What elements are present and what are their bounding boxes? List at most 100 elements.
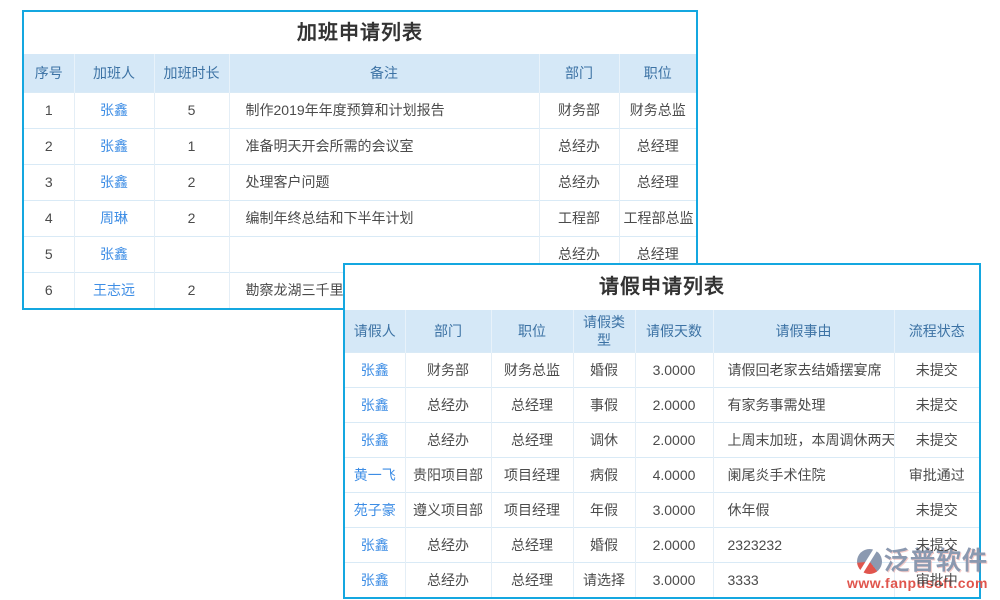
leave-cell-type: 病假 xyxy=(573,457,635,492)
overtime-cell-name-link[interactable]: 周琳 xyxy=(74,200,154,236)
overtime-cell-hours: 1 xyxy=(154,128,229,164)
status-text: 审批中 xyxy=(916,572,958,588)
leave-cell-dept: 总经办 xyxy=(405,422,491,457)
leave-cell-name-link[interactable]: 黄一飞 xyxy=(345,457,405,492)
leave-cell-position: 项目经理 xyxy=(491,457,573,492)
overtime-cell-hours: 2 xyxy=(154,200,229,236)
overtime-column-header: 备注 xyxy=(229,54,539,92)
leave-cell-dept: 总经办 xyxy=(405,387,491,422)
leave-list-title: 请假申请列表 xyxy=(345,265,979,310)
leave-cell-position: 财务总监 xyxy=(491,352,573,387)
leave-cell-type: 事假 xyxy=(573,387,635,422)
leave-column-header: 请假类型 xyxy=(573,310,635,352)
overtime-cell-dept: 财务部 xyxy=(539,92,619,128)
overtime-cell-position: 总经理 xyxy=(619,164,696,200)
overtime-table-row: 4 周琳 2 编制年终总结和下半年计划 工程部 工程部总监 xyxy=(24,200,696,236)
leave-cell-type: 婚假 xyxy=(573,527,635,562)
overtime-cell-dept: 总经办 xyxy=(539,128,619,164)
status-text: 未提交 xyxy=(916,397,958,413)
overtime-cell-name-link[interactable]: 张鑫 xyxy=(74,128,154,164)
leave-cell-reason: 休年假 xyxy=(713,492,894,527)
leave-cell-days: 2.0000 xyxy=(635,387,713,422)
leave-cell-position: 总经理 xyxy=(491,527,573,562)
status-text: 未提交 xyxy=(916,537,958,553)
leave-cell-dept: 总经办 xyxy=(405,562,491,597)
leave-cell-name-link[interactable]: 张鑫 xyxy=(345,422,405,457)
overtime-cell-name-link[interactable]: 张鑫 xyxy=(74,236,154,272)
leave-table-row: 张鑫 总经办 总经理 事假 2.0000 有家务事需处理 未提交 xyxy=(345,387,979,422)
leave-cell-dept: 财务部 xyxy=(405,352,491,387)
leave-cell-reason: 有家务事需处理 xyxy=(713,387,894,422)
leave-cell-status: 未提交 xyxy=(894,387,979,422)
leave-cell-days: 4.0000 xyxy=(635,457,713,492)
overtime-cell-remark: 处理客户问题 xyxy=(229,164,539,200)
overtime-cell-seq: 3 xyxy=(24,164,74,200)
leave-cell-days: 2.0000 xyxy=(635,527,713,562)
leave-column-header: 请假事由 xyxy=(713,310,894,352)
leave-cell-status: 未提交 xyxy=(894,422,979,457)
leave-cell-days: 3.0000 xyxy=(635,492,713,527)
leave-cell-days: 3.0000 xyxy=(635,562,713,597)
overtime-table-row: 2 张鑫 1 准备明天开会所需的会议室 总经办 总经理 xyxy=(24,128,696,164)
leave-cell-days: 2.0000 xyxy=(635,422,713,457)
leave-header-row: 请假人部门职位请假类型请假天数请假事由流程状态 xyxy=(345,310,979,352)
leave-cell-name-link[interactable]: 张鑫 xyxy=(345,527,405,562)
overtime-header-row: 序号加班人加班时长备注部门职位 xyxy=(24,54,696,92)
overtime-cell-remark: 制作2019年年度预算和计划报告 xyxy=(229,92,539,128)
overtime-cell-remark: 准备明天开会所需的会议室 xyxy=(229,128,539,164)
overtime-cell-name-link[interactable]: 张鑫 xyxy=(74,92,154,128)
leave-cell-dept: 遵义项目部 xyxy=(405,492,491,527)
overtime-cell-hours: 2 xyxy=(154,164,229,200)
overtime-cell-hours: 5 xyxy=(154,92,229,128)
overtime-cell-seq: 1 xyxy=(24,92,74,128)
status-text: 未提交 xyxy=(916,502,958,518)
overtime-column-header: 职位 xyxy=(619,54,696,92)
leave-table-row: 张鑫 财务部 财务总监 婚假 3.0000 请假回老家去结婚摆宴席 未提交 xyxy=(345,352,979,387)
leave-column-header: 流程状态 xyxy=(894,310,979,352)
overtime-cell-seq: 5 xyxy=(24,236,74,272)
leave-cell-reason: 请假回老家去结婚摆宴席 xyxy=(713,352,894,387)
leave-cell-status: 审批通过 xyxy=(894,457,979,492)
overtime-cell-hours: 2 xyxy=(154,272,229,308)
leave-cell-position: 总经理 xyxy=(491,562,573,597)
fanpu-logo-icon xyxy=(857,549,882,574)
leave-cell-dept: 总经办 xyxy=(405,527,491,562)
leave-column-header: 请假天数 xyxy=(635,310,713,352)
leave-cell-days: 3.0000 xyxy=(635,352,713,387)
overtime-cell-remark: 编制年终总结和下半年计划 xyxy=(229,200,539,236)
leave-cell-type: 调休 xyxy=(573,422,635,457)
leave-cell-status: 未提交 xyxy=(894,352,979,387)
leave-cell-type: 婚假 xyxy=(573,352,635,387)
leave-cell-name-link[interactable]: 苑子豪 xyxy=(345,492,405,527)
leave-cell-dept: 贵阳项目部 xyxy=(405,457,491,492)
status-text: 未提交 xyxy=(916,362,958,378)
leave-cell-position: 总经理 xyxy=(491,422,573,457)
overtime-cell-seq: 2 xyxy=(24,128,74,164)
overtime-table-row: 1 张鑫 5 制作2019年年度预算和计划报告 财务部 财务总监 xyxy=(24,92,696,128)
leave-cell-type: 年假 xyxy=(573,492,635,527)
leave-cell-name-link[interactable]: 张鑫 xyxy=(345,562,405,597)
leave-table-row: 张鑫 总经办 总经理 调休 2.0000 上周末加班，本周调休两天 未提交 xyxy=(345,422,979,457)
overtime-cell-seq: 4 xyxy=(24,200,74,236)
overtime-table-row: 3 张鑫 2 处理客户问题 总经办 总经理 xyxy=(24,164,696,200)
overtime-cell-dept: 工程部 xyxy=(539,200,619,236)
leave-table-row: 苑子豪 遵义项目部 项目经理 年假 3.0000 休年假 未提交 xyxy=(345,492,979,527)
leave-cell-position: 项目经理 xyxy=(491,492,573,527)
leave-cell-position: 总经理 xyxy=(491,387,573,422)
leave-cell-name-link[interactable]: 张鑫 xyxy=(345,387,405,422)
leave-table-row: 黄一飞 贵阳项目部 项目经理 病假 4.0000 阑尾炎手术住院 审批通过 xyxy=(345,457,979,492)
status-text: 审批通过 xyxy=(909,467,965,483)
overtime-cell-name-link[interactable]: 王志远 xyxy=(74,272,154,308)
leave-cell-status: 未提交 xyxy=(894,492,979,527)
leave-column-header: 职位 xyxy=(491,310,573,352)
overtime-column-header: 加班人 xyxy=(74,54,154,92)
leave-cell-reason: 阑尾炎手术住院 xyxy=(713,457,894,492)
leave-cell-name-link[interactable]: 张鑫 xyxy=(345,352,405,387)
overtime-list-title: 加班申请列表 xyxy=(24,12,696,54)
leave-cell-reason: 上周末加班，本周调休两天 xyxy=(713,422,894,457)
overtime-cell-dept: 总经办 xyxy=(539,164,619,200)
leave-column-header: 请假人 xyxy=(345,310,405,352)
leave-column-header: 部门 xyxy=(405,310,491,352)
overtime-cell-name-link[interactable]: 张鑫 xyxy=(74,164,154,200)
overtime-column-header: 加班时长 xyxy=(154,54,229,92)
